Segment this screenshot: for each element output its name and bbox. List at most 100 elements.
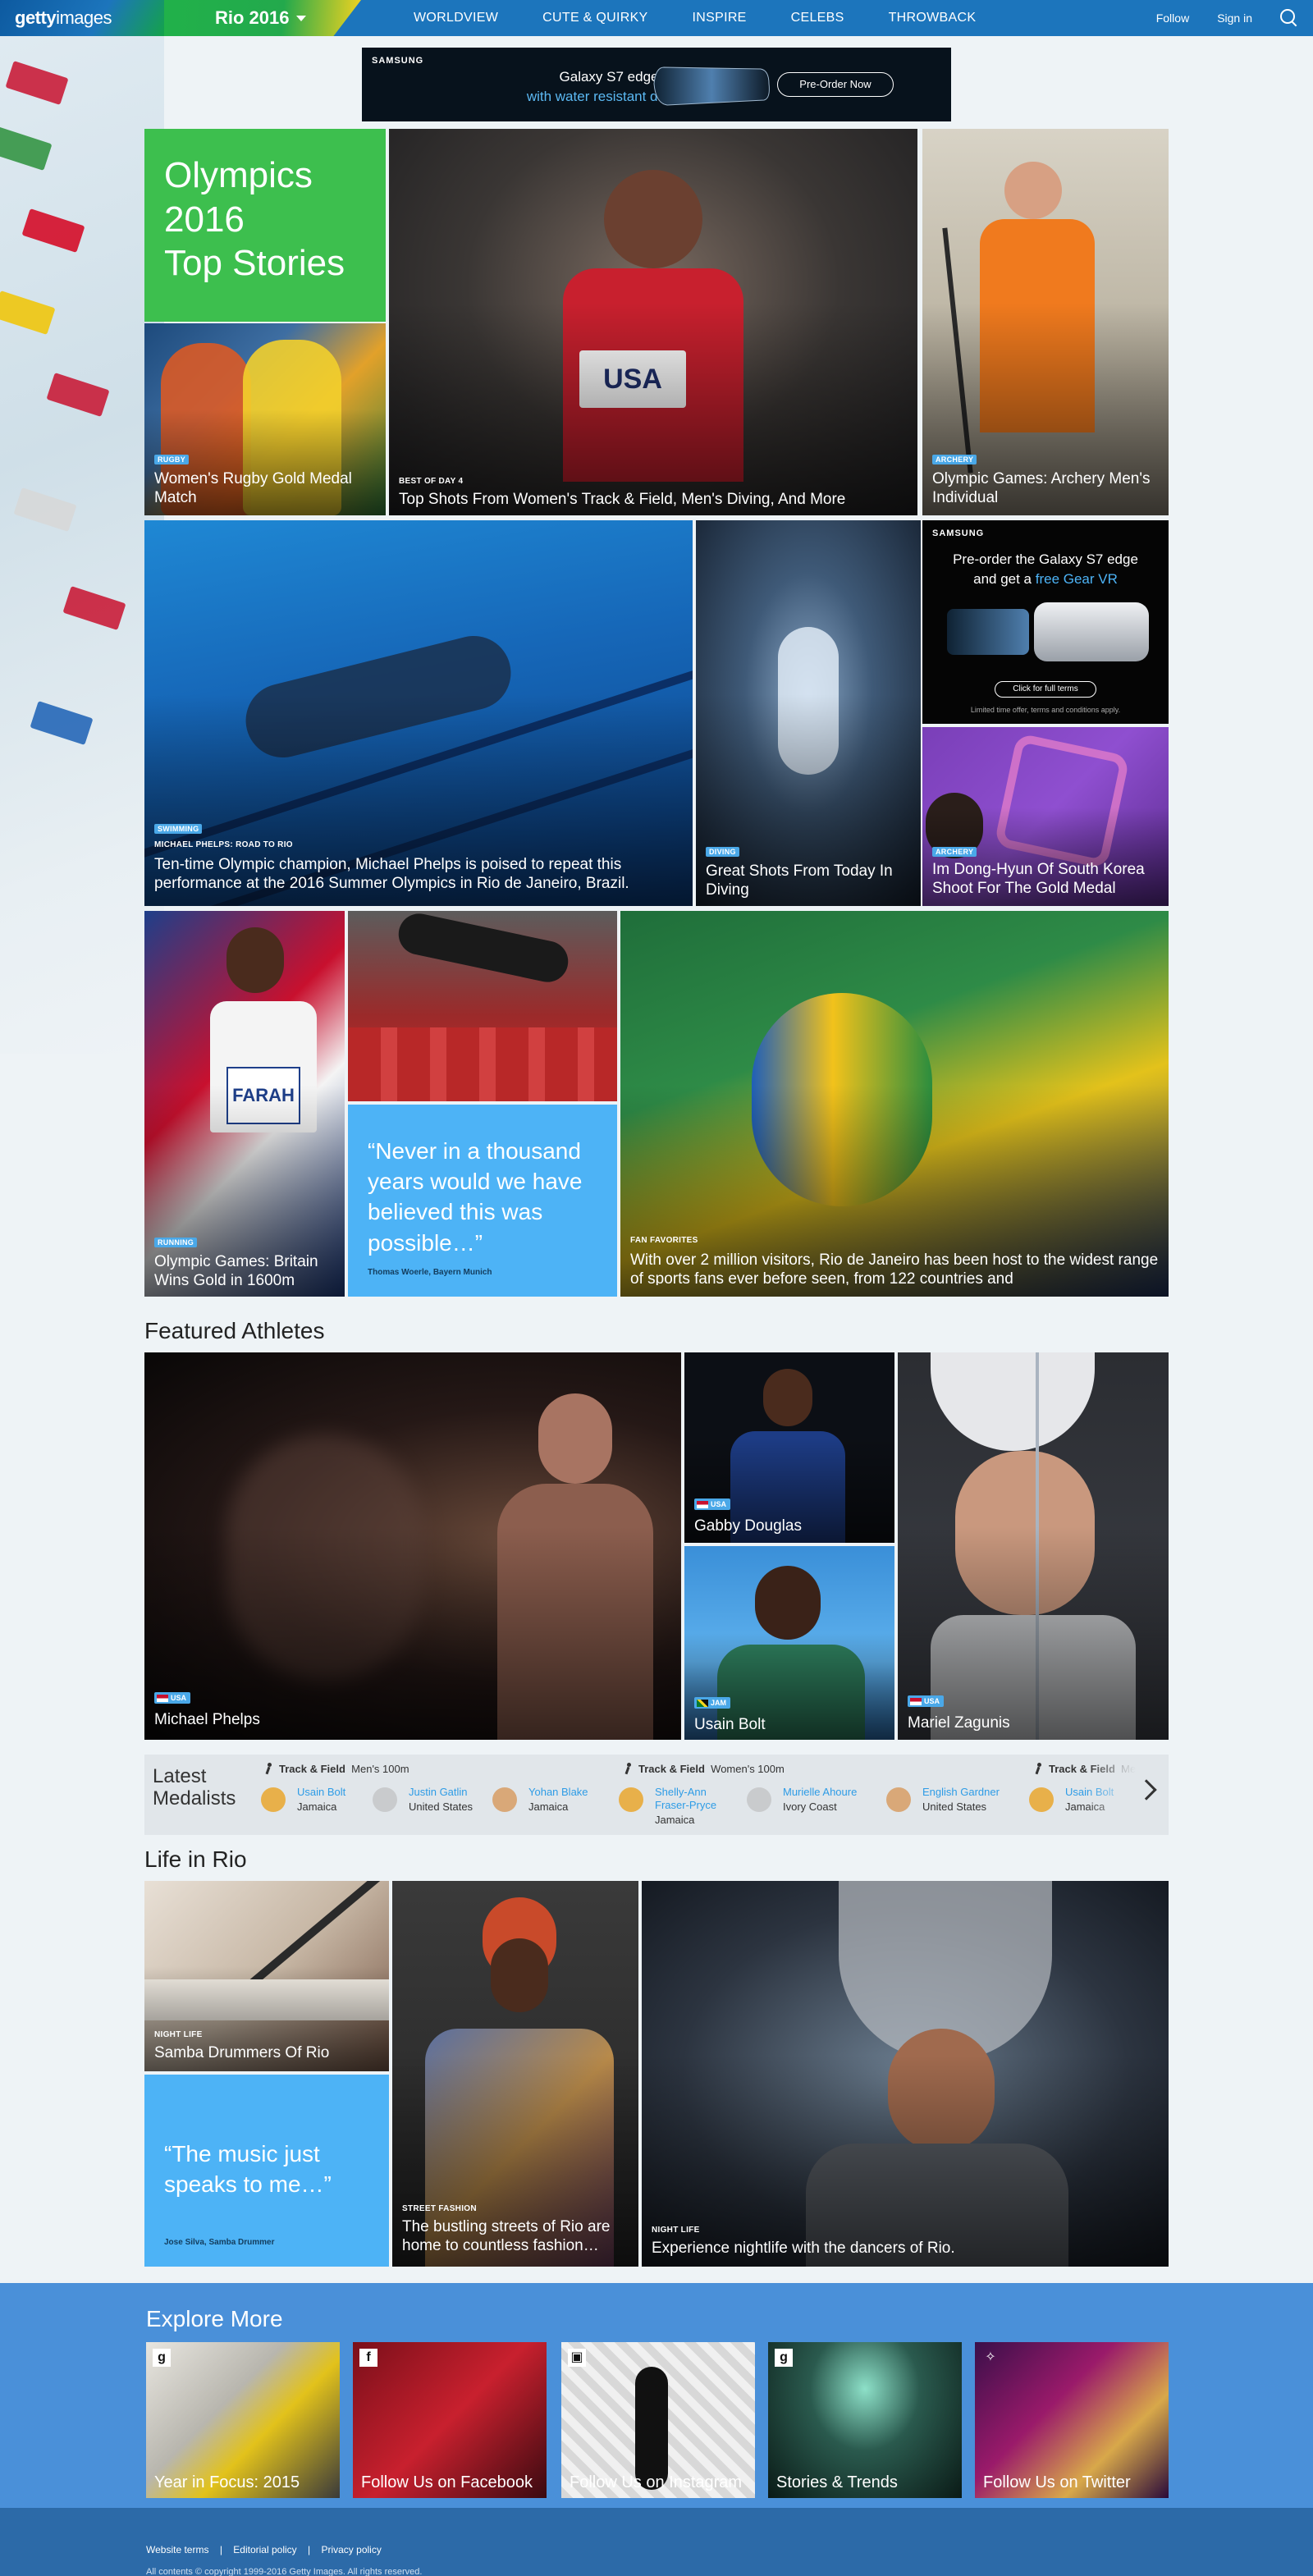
- ad-subline-b: free Gear VR: [1035, 571, 1118, 587]
- copyright-text: All contents © copyright 1999-2016 Getty…: [146, 2567, 423, 2576]
- story-card-fans[interactable]: FAN FAVORITES With over 2 million visito…: [620, 911, 1169, 1297]
- event-name: Women's 100m: [711, 1763, 785, 1775]
- samsung-side-ad[interactable]: SAMSUNG Pre-order the Galaxy S7 edge and…: [922, 520, 1169, 724]
- explore-card-instagram[interactable]: ▣ Follow Us on Instagram: [561, 2342, 755, 2498]
- medalist-country: Ivory Coast: [783, 1800, 837, 1813]
- story-title: Samba Drummers Of Rio: [154, 2044, 330, 2061]
- medalist-name: Murielle Ahoure: [783, 1786, 858, 1798]
- medalist-name: English Gardner: [922, 1786, 1000, 1798]
- life-in-rio-heading: Life in Rio: [144, 1846, 247, 1872]
- athlete-head: [763, 1369, 812, 1426]
- bronze-medal-icon: [886, 1787, 911, 1812]
- athlete-card-zagunis[interactable]: USA Mariel Zagunis: [898, 1352, 1169, 1740]
- story-card-archery-korea[interactable]: ARCHERY Im Dong-Hyun Of South Korea Shoo…: [922, 727, 1169, 906]
- athlete-name: Usain Bolt: [694, 1716, 766, 1733]
- caret-down-icon: [295, 15, 306, 21]
- samsung-banner-ad[interactable]: SAMSUNG Galaxy S7 edge with water resist…: [362, 48, 951, 121]
- explore-card-year-in-focus[interactable]: g Year in Focus: 2015: [146, 2342, 340, 2498]
- explore-card-stories-trends[interactable]: g Stories & Trends: [768, 2342, 962, 2498]
- gettyimages-g-icon: g: [153, 2349, 171, 2367]
- section-label: Rio 2016: [215, 7, 290, 28]
- story-card-running[interactable]: FARAH RUNNING Olympic Games: Britain Win…: [144, 911, 345, 1297]
- hero-line-2: 2016: [164, 199, 245, 240]
- pre-order-button[interactable]: Pre-Order Now: [777, 72, 894, 97]
- flag-decoration: [0, 291, 56, 335]
- top-stories-header: Olympics 2016 Top Stories: [144, 129, 386, 322]
- instagram-icon: ▣: [568, 2349, 586, 2367]
- story-tag: ARCHERY: [932, 847, 977, 857]
- story-tag: DIVING: [706, 847, 739, 857]
- country-code: USA: [924, 1697, 940, 1705]
- country-code: USA: [711, 1500, 727, 1508]
- athlete-card-bolt[interactable]: JAM Usain Bolt: [684, 1546, 894, 1740]
- story-card-samba[interactable]: NIGHT LIFE Samba Drummers Of Rio: [144, 1881, 389, 2071]
- medalists-heading: Latest Medalists: [153, 1765, 236, 1810]
- nav-link-inspire[interactable]: INSPIRE: [693, 11, 747, 25]
- story-title: Great Shots From Today In Diving: [706, 862, 893, 899]
- story-card-phelps[interactable]: SWIMMING MICHAEL PHELPS: ROAD TO RIO Ten…: [144, 520, 693, 906]
- footer-separator: |: [308, 2544, 311, 2555]
- full-terms-button[interactable]: Click for full terms: [995, 681, 1096, 698]
- athlete-card-phelps[interactable]: USA Michael Phelps: [144, 1352, 681, 1740]
- athlete-face: [491, 1938, 548, 2012]
- sign-in-link[interactable]: Sign in: [1217, 11, 1252, 25]
- country-code: JAM: [711, 1699, 727, 1707]
- phone-image: [947, 609, 1029, 655]
- flag-decoration: [0, 126, 53, 171]
- website-terms-link[interactable]: Website terms: [146, 2544, 208, 2555]
- gear-vr-image: [1034, 602, 1149, 661]
- usa-flag-icon: [157, 1695, 168, 1702]
- hero-line-1: Olympics: [164, 155, 313, 195]
- top-navigation: getty images Rio 2016 WORLDVIEW CUTE & QU…: [0, 0, 1313, 36]
- story-card-rugby[interactable]: RUGBY Women's Rugby Gold Medal Match: [144, 323, 386, 515]
- hero-line-3: Top Stories: [164, 243, 345, 284]
- nav-link-worldview[interactable]: WORLDVIEW: [414, 11, 498, 25]
- fencing-mask: [931, 1352, 1095, 1451]
- story-card-archery-men[interactable]: ARCHERY Olympic Games: Archery Men's Ind…: [922, 129, 1169, 515]
- story-card-street-fashion[interactable]: STREET FASHION The bustling streets of R…: [392, 1881, 638, 2267]
- silver-medal-icon: [747, 1787, 771, 1812]
- medalist-country: Jamaica: [655, 1814, 695, 1826]
- usa-flag-icon: [697, 1501, 708, 1508]
- flag-decoration: [30, 701, 94, 745]
- ad-headline: Pre-order the Galaxy S7 edge: [953, 551, 1138, 567]
- follow-link[interactable]: Follow: [1156, 11, 1189, 25]
- section-dropdown[interactable]: Rio 2016: [164, 0, 361, 36]
- flag-decoration: [62, 586, 126, 630]
- story-title: With over 2 million visitors, Rio de Jan…: [630, 1251, 1159, 1285]
- story-title: Im Dong-Hyun Of South Korea Shoot For Th…: [932, 861, 1145, 898]
- story-tag: NIGHT LIFE: [652, 2226, 700, 2235]
- explore-card-facebook[interactable]: f Follow Us on Facebook: [353, 2342, 547, 2498]
- athlete-card-douglas[interactable]: USA Gabby Douglas: [684, 1352, 894, 1543]
- nav-link-throwback[interactable]: THROWBACK: [889, 11, 977, 25]
- photo-celebration[interactable]: [348, 911, 617, 1101]
- nav-link-cute-quirky[interactable]: CUTE & QUIRKY: [542, 11, 647, 25]
- athlete-head: [226, 927, 284, 993]
- gettyimages-g-icon: g: [775, 2349, 793, 2367]
- editorial-policy-link[interactable]: Editorial policy: [233, 2544, 296, 2555]
- story-title: Women's Rugby Gold Medal Match: [154, 470, 352, 507]
- event-header: Track & Field Women's 100m: [624, 1763, 785, 1775]
- silhouette: [635, 2367, 668, 2490]
- explore-card-label: Stories & Trends: [776, 2473, 898, 2491]
- nav-link-celebs[interactable]: CELEBS: [791, 11, 844, 25]
- story-card-diving[interactable]: DIVING Great Shots From Today In Diving: [696, 520, 921, 906]
- image-shade: [144, 1526, 681, 1740]
- athlete-head: [1004, 162, 1062, 219]
- privacy-policy-link[interactable]: Privacy policy: [321, 2544, 381, 2555]
- gettyimages-logo[interactable]: getty images: [0, 0, 164, 36]
- quote-card: “The music just speaks to me…” Jose Silv…: [144, 2075, 389, 2267]
- search-icon[interactable]: [1280, 9, 1298, 27]
- athlete-name: Michael Phelps: [154, 1711, 260, 1728]
- background-flags: [0, 36, 164, 1054]
- image-shade: [642, 2054, 1169, 2267]
- story-card-best-of-day[interactable]: USA BEST OF DAY 4 Top Shots From Women's…: [389, 129, 917, 515]
- story-subtag: MICHAEL PHELPS: ROAD TO RIO: [154, 840, 293, 849]
- ad-fineprint: Limited time offer, terms and conditions…: [970, 706, 1121, 714]
- explore-card-twitter[interactable]: ✧ Follow Us on Twitter: [975, 2342, 1169, 2498]
- footer-links: Website terms | Editorial policy | Priva…: [146, 2544, 390, 2555]
- country-badge: JAM: [694, 1697, 731, 1709]
- story-tag: STREET FASHION: [402, 2204, 477, 2213]
- story-card-nightlife[interactable]: NIGHT LIFE Experience nightlife with the…: [642, 1881, 1169, 2267]
- athlete-head: [604, 170, 702, 268]
